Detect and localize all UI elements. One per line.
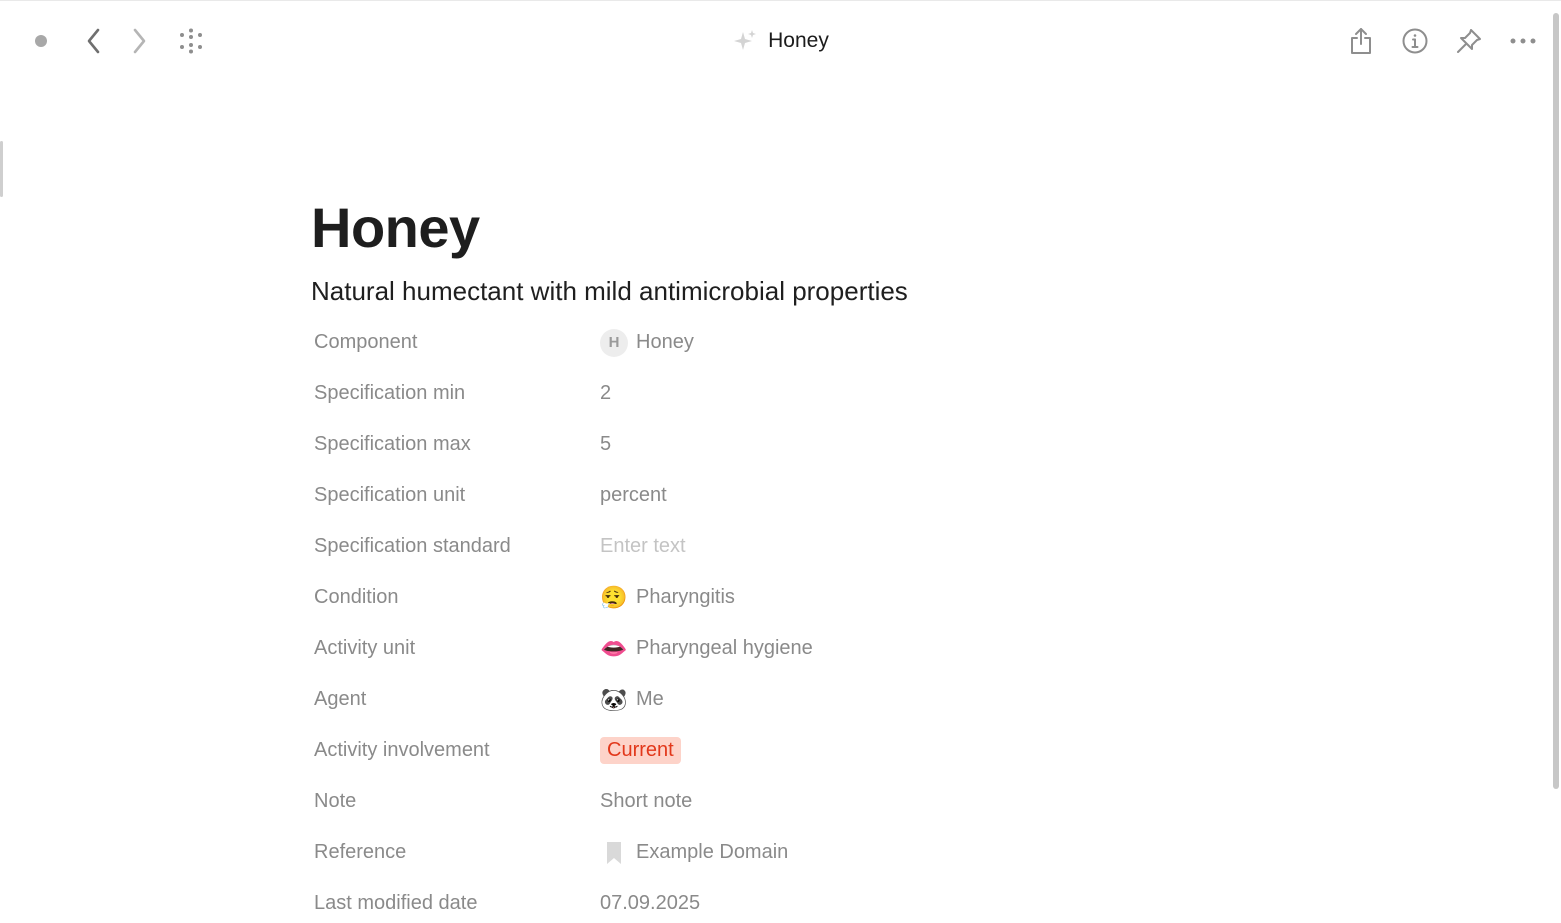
toolbar: Honey <box>0 1 1561 83</box>
property-row-spec-unit[interactable]: Specification unit percent <box>311 470 1211 521</box>
forward-button[interactable] <box>121 23 157 59</box>
page-content: Honey Natural humectant with mild antimi… <box>311 191 1211 923</box>
chevron-left-icon <box>87 28 100 54</box>
property-value[interactable]: 🐼 Me <box>600 686 664 714</box>
activity-unit-value: Pharyngeal hygiene <box>636 637 813 659</box>
sidebar-toggle-dot[interactable] <box>23 23 59 59</box>
property-label: Reference <box>314 841 407 863</box>
sparkle-icon <box>732 28 758 54</box>
property-label: Specification min <box>314 382 466 404</box>
dots-grid-icon <box>180 28 202 54</box>
exhaling-face-icon: 😮‍💨 <box>600 584 628 610</box>
property-value[interactable]: percent <box>600 484 667 507</box>
property-row-agent[interactable]: Agent 🐼 Me <box>311 674 1211 725</box>
more-button[interactable] <box>1505 23 1541 59</box>
property-value: 07.09.2025 <box>600 892 701 914</box>
page-title: Honey <box>311 196 480 259</box>
property-label: Agent <box>314 688 367 710</box>
chevron-right-icon <box>133 28 146 54</box>
property-row-note[interactable]: Note Short note <box>311 776 1211 827</box>
properties-list: Component H Honey Specification min 2 Sp… <box>311 317 1211 923</box>
avatar: H <box>600 328 628 357</box>
property-label: Specification max <box>314 433 471 455</box>
scrollbar[interactable] <box>1551 1 1561 923</box>
property-value[interactable]: Current <box>600 737 681 764</box>
window-title: Honey <box>0 23 1561 59</box>
reference-link[interactable]: Example Domain <box>636 841 788 864</box>
property-row-spec-standard[interactable]: Specification standard Enter text <box>311 521 1211 572</box>
share-icon <box>1351 28 1371 54</box>
agent-value: Me <box>636 688 664 710</box>
property-value[interactable]: Short note <box>600 790 692 813</box>
property-row-spec-max[interactable]: Specification max 5 <box>311 419 1211 470</box>
property-row-activity-involvement[interactable]: Activity involvement Current <box>311 725 1211 776</box>
lips-icon: 👄 <box>600 635 628 661</box>
avatar-letter: H <box>600 328 628 357</box>
window: Honey Honey Natural humectant with mild … <box>0 0 1561 923</box>
pin-icon <box>1457 29 1481 53</box>
property-label: Specification unit <box>314 484 466 506</box>
property-value[interactable]: 😮‍💨 Pharyngitis <box>600 584 735 612</box>
property-label: Last modified date <box>314 892 478 914</box>
property-label: Component <box>314 331 418 353</box>
property-row-spec-min[interactable]: Specification min 2 <box>311 368 1211 419</box>
bookmark-icon <box>600 839 628 867</box>
sidebar-edge-handle[interactable] <box>0 141 3 197</box>
property-row-last-modified[interactable]: Last modified date 07.09.2025 <box>311 878 1211 923</box>
property-row-activity-unit[interactable]: Activity unit 👄 Pharyngeal hygiene <box>311 623 1211 674</box>
property-row-reference[interactable]: Reference Example Domain <box>311 827 1211 878</box>
info-icon <box>1402 28 1428 54</box>
scrollbar-thumb[interactable] <box>1553 13 1559 789</box>
property-value[interactable]: Example Domain <box>600 839 788 867</box>
component-value: Honey <box>636 331 694 353</box>
property-row-condition[interactable]: Condition 😮‍💨 Pharyngitis <box>311 572 1211 623</box>
property-value[interactable]: 👄 Pharyngeal hygiene <box>600 635 813 663</box>
property-value[interactable]: 2 <box>600 382 611 405</box>
page-subtitle[interactable]: Natural humectant with mild antimicrobia… <box>311 273 1211 309</box>
pin-button[interactable] <box>1451 23 1487 59</box>
property-label: Condition <box>314 586 399 608</box>
share-button[interactable] <box>1343 23 1379 59</box>
dot-icon <box>35 35 47 47</box>
window-title-text: Honey <box>768 29 829 52</box>
property-row-component[interactable]: Component H Honey <box>311 317 1211 368</box>
condition-value: Pharyngitis <box>636 586 735 608</box>
panda-icon: 🐼 <box>600 686 628 712</box>
ellipsis-icon <box>1510 38 1536 44</box>
back-button[interactable] <box>76 23 112 59</box>
grid-menu-button[interactable] <box>173 23 209 59</box>
property-label: Note <box>314 790 357 812</box>
property-value[interactable]: H Honey <box>600 328 694 357</box>
property-label: Activity unit <box>314 637 416 659</box>
property-value[interactable]: 5 <box>600 433 611 456</box>
status-badge[interactable]: Current <box>600 737 681 764</box>
property-label: Specification standard <box>314 535 511 557</box>
text-input-placeholder[interactable]: Enter text <box>600 535 686 558</box>
property-label: Activity involvement <box>314 739 490 761</box>
info-button[interactable] <box>1397 23 1433 59</box>
